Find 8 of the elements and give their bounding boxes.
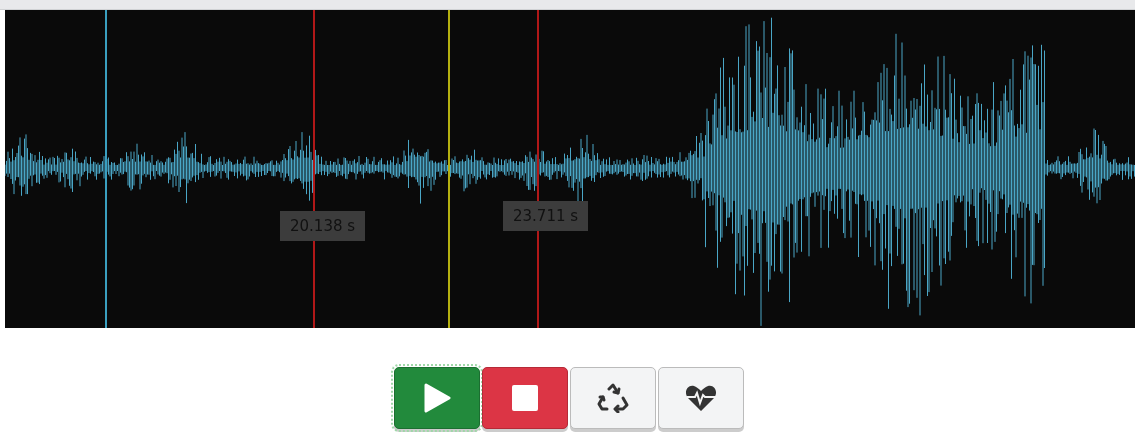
heart-button[interactable]: [658, 367, 744, 429]
stop-icon: [511, 384, 539, 412]
play-button[interactable]: [394, 367, 480, 429]
loop-button[interactable]: [570, 367, 656, 429]
stop-button[interactable]: [482, 367, 568, 429]
play-icon: [423, 383, 451, 413]
heartbeat-icon: [685, 384, 717, 412]
recycle-icon: [597, 383, 629, 413]
